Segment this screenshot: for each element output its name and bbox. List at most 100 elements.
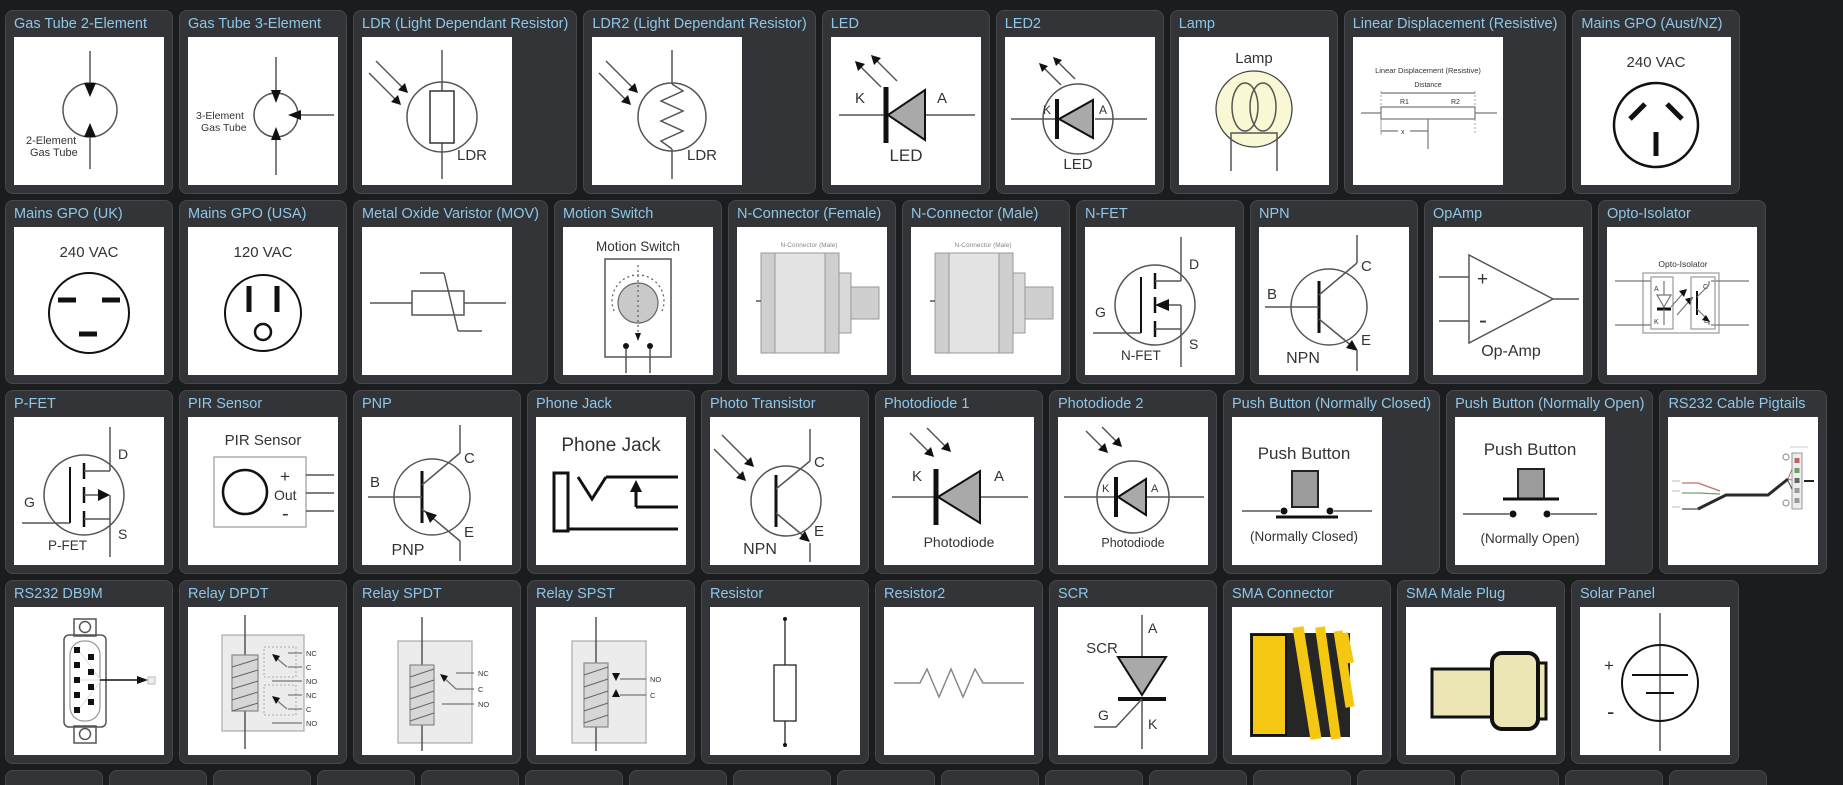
- part-sma-male-plug[interactable]: SMA Male Plug: [1397, 580, 1565, 764]
- n-connector-male-symbol-icon: N-Connector (Male): [911, 227, 1061, 375]
- partial-card[interactable]: [629, 770, 727, 785]
- part-push-button-nc[interactable]: Push Button (Normally Closed) Push Butto…: [1223, 390, 1441, 574]
- partial-card[interactable]: [837, 770, 935, 785]
- symbol-caption: Push Button: [1484, 440, 1577, 459]
- part-resistor2[interactable]: Resistor2: [875, 580, 1043, 764]
- part-photodiode-2[interactable]: Photodiode 2 K A Photodiode: [1049, 390, 1217, 574]
- part-label: NPN: [1259, 206, 1290, 222]
- partial-card[interactable]: [1357, 770, 1455, 785]
- partial-card[interactable]: [1669, 770, 1767, 785]
- symbol-caption: Gas Tube: [30, 147, 78, 159]
- symbol-caption: Photodiode: [924, 534, 995, 550]
- pnp-symbol-icon: B C E PNP: [362, 417, 512, 565]
- ldr-symbol-icon: LDR: [362, 37, 512, 185]
- part-linear-displacement[interactable]: Linear Displacement (Resistive) Linear D…: [1343, 10, 1567, 194]
- part-pir-sensor[interactable]: PIR Sensor PIR Sensor + Out -: [179, 390, 347, 574]
- part-label: LDR (Light Dependant Resistor): [362, 16, 569, 32]
- part-gas-tube-2-element[interactable]: Gas Tube 2-Element 2-Element Gas Tube: [5, 10, 173, 194]
- symbol-caption: N-Connector (Male): [954, 242, 1011, 249]
- part-label: PIR Sensor: [188, 396, 263, 412]
- source-label: S: [118, 526, 127, 542]
- part-scr[interactable]: SCR SCR A K G: [1049, 580, 1217, 764]
- partial-card[interactable]: [1461, 770, 1559, 785]
- part-n-connector-male[interactable]: N-Connector (Male) N-Connector (Male): [902, 200, 1070, 384]
- part-label: LED: [830, 16, 859, 32]
- partial-card[interactable]: [1149, 770, 1247, 785]
- part-resistor[interactable]: Resistor: [701, 580, 869, 764]
- part-ldr[interactable]: LDR (Light Dependant Resistor) LDR: [353, 10, 578, 194]
- partial-card[interactable]: [5, 770, 103, 785]
- cathode-label: K: [1148, 716, 1158, 732]
- symbol-caption: Gas Tube: [201, 122, 247, 134]
- part-pnp[interactable]: PNP B C E PNP: [353, 390, 521, 574]
- part-mains-gpo-uk[interactable]: Mains GPO (UK) 240 VAC: [5, 200, 173, 384]
- symbol-caption: N-FET: [1121, 348, 1161, 363]
- c-label: C: [306, 705, 312, 714]
- push-button-nc-symbol-icon: Push Button (Normally Closed): [1232, 417, 1382, 565]
- minus-label: -: [1607, 699, 1614, 724]
- partial-card[interactable]: [421, 770, 519, 785]
- part-mov[interactable]: Metal Oxide Varistor (MOV): [353, 200, 548, 384]
- symbol-caption: 2-Element: [26, 135, 76, 147]
- partial-card[interactable]: [109, 770, 207, 785]
- no-label: NO: [306, 719, 317, 728]
- relay-dpdt-symbol-icon: NC C NO NC C NO: [188, 607, 338, 755]
- part-label: RS232 DB9M: [14, 586, 103, 602]
- part-relay-dpdt[interactable]: Relay DPDT NC C NO NC C NO: [179, 580, 347, 764]
- part-rs232-db9m[interactable]: RS232 DB9M: [5, 580, 173, 764]
- symbol-caption: N-Connector (Male): [780, 242, 837, 249]
- partial-card[interactable]: [1045, 770, 1143, 785]
- part-label: Photodiode 1: [884, 396, 970, 412]
- cathode-label: K: [912, 468, 922, 485]
- part-photodiode-1[interactable]: Photodiode 1 K A Photodiode: [875, 390, 1043, 574]
- scr-symbol-icon: SCR A K G: [1058, 607, 1208, 755]
- part-opamp[interactable]: OpAmp + - Op-Amp: [1424, 200, 1592, 384]
- phone-jack-symbol-icon: Phone Jack: [536, 417, 686, 565]
- part-mains-gpo-aust-nz[interactable]: Mains GPO (Aust/NZ) 240 VAC: [1572, 10, 1741, 194]
- partial-card[interactable]: [941, 770, 1039, 785]
- part-solar-panel[interactable]: Solar Panel + -: [1571, 580, 1739, 764]
- part-photo-transistor[interactable]: Photo Transistor C E NPN: [701, 390, 869, 574]
- part-relay-spdt[interactable]: Relay SPDT NC C NO: [353, 580, 521, 764]
- partial-card[interactable]: [213, 770, 311, 785]
- part-relay-spst[interactable]: Relay SPST NO C: [527, 580, 695, 764]
- partial-card[interactable]: [525, 770, 623, 785]
- voltage-label: 240 VAC: [1627, 54, 1686, 71]
- part-label: Gas Tube 3-Element: [188, 16, 321, 32]
- partial-card[interactable]: [1565, 770, 1663, 785]
- part-p-fet[interactable]: P-FET D G S P-FET: [5, 390, 173, 574]
- partial-card[interactable]: [733, 770, 831, 785]
- symbol-caption: Lamp: [1235, 50, 1273, 67]
- motion-switch-symbol-icon: Motion Switch: [563, 227, 713, 375]
- part-phone-jack[interactable]: Phone Jack Phone Jack: [527, 390, 695, 574]
- mains-gpo-uk-symbol-icon: 240 VAC: [14, 227, 164, 375]
- partial-card[interactable]: [317, 770, 415, 785]
- base-label: B: [1267, 286, 1277, 303]
- part-sma-connector[interactable]: SMA Connector: [1223, 580, 1391, 764]
- anode-label: A: [1148, 620, 1158, 636]
- symbol-caption: P-FET: [48, 538, 87, 553]
- nc-label: NC: [306, 691, 317, 700]
- part-lamp[interactable]: Lamp Lamp: [1169, 10, 1338, 194]
- part-gas-tube-3-element[interactable]: Gas Tube 3-Element 3-Element Gas Tube: [179, 10, 347, 194]
- part-n-connector-female[interactable]: N-Connector (Female) N-Connector (Male): [728, 200, 896, 384]
- part-push-button-no[interactable]: Push Button (Normally Open) Push Button …: [1446, 390, 1654, 574]
- part-ldr2[interactable]: LDR2 (Light Dependant Resistor) LDR: [583, 10, 816, 194]
- part-led2[interactable]: LED2 K A LED: [995, 10, 1164, 194]
- part-rs232-cable-pigtails[interactable]: RS232 Cable Pigtails: [1659, 390, 1828, 574]
- gate-label: G: [24, 494, 35, 510]
- part-motion-switch[interactable]: Motion Switch Motion Switch: [554, 200, 722, 384]
- part-led[interactable]: LED K A LED: [821, 10, 990, 194]
- r1-label: R1: [1400, 99, 1409, 106]
- symbol-subcaption: (Normally Open): [1481, 531, 1580, 546]
- part-npn[interactable]: NPN B C E NPN: [1250, 200, 1418, 384]
- part-opto-isolator[interactable]: Opto-Isolator Opto-Isolator A K C E: [1598, 200, 1766, 384]
- part-label: Relay DPDT: [188, 586, 269, 602]
- symbol-caption: 3-Element: [196, 110, 244, 122]
- part-mains-gpo-usa[interactable]: Mains GPO (USA) 120 VAC: [179, 200, 347, 384]
- partial-card[interactable]: [1253, 770, 1351, 785]
- part-label: Photodiode 2: [1058, 396, 1144, 412]
- plus-label: +: [1604, 656, 1614, 675]
- cathode-label: K: [1043, 103, 1051, 117]
- part-n-fet[interactable]: N-FET D G S N-FET: [1076, 200, 1244, 384]
